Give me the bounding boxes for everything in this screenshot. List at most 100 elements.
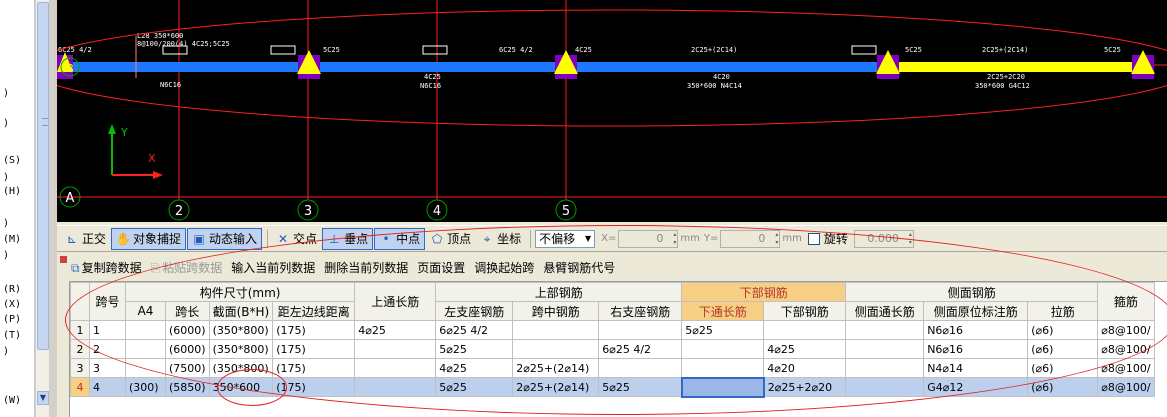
scrollbar-thumb[interactable] <box>37 2 49 350</box>
cell-dist[interactable]: (175) <box>272 358 356 378</box>
cell-span[interactable]: 3 <box>89 358 126 378</box>
cad-canvas[interactable]: 6C25 4/2 L28 350*600 8@100/200(4) 4C25;5… <box>57 0 1167 222</box>
cell-top-through[interactable] <box>354 377 437 397</box>
cell-a4[interactable] <box>125 339 166 359</box>
cell-sec[interactable]: 350*600 <box>208 377 274 397</box>
cell-right-sup[interactable]: 6⌀25 4/2 <box>598 339 683 359</box>
page-setup-button[interactable]: 页面设置 <box>417 259 465 276</box>
row-number[interactable]: 4 <box>70 377 90 397</box>
cell-tie[interactable]: (⌀6) <box>1027 339 1099 359</box>
col-left-support[interactable]: 左支座钢筋 <box>435 301 514 321</box>
col-span-no[interactable]: 跨号 <box>89 282 126 321</box>
col-bottom-through[interactable]: 下通长筋 <box>681 301 765 321</box>
cell-top-through[interactable] <box>354 339 437 359</box>
ortho-button[interactable]: ⊾ 正交 <box>61 228 110 250</box>
col-left-edge-distance[interactable]: 距左边线距离 <box>272 301 356 321</box>
col-top-through[interactable]: 上通长筋 <box>354 282 437 321</box>
row-number[interactable]: 1 <box>70 320 90 340</box>
cell-dist[interactable]: (175) <box>272 320 356 340</box>
scroll-down-icon[interactable]: ▼ <box>37 391 49 405</box>
cell-side-orig[interactable]: N6⌀16 <box>923 339 1029 359</box>
cell-side-orig[interactable]: N6⌀16 <box>923 320 1029 340</box>
y-coordinate-input[interactable]: 0 <box>720 229 781 248</box>
cell-len[interactable]: (6000) <box>165 339 210 359</box>
cell-side-through[interactable] <box>845 358 925 378</box>
cell-stirrup[interactable]: ⌀8@100/ <box>1097 339 1155 359</box>
pane-splitter[interactable] <box>50 0 57 417</box>
cell-mid[interactable] <box>512 320 600 340</box>
cell-tie[interactable]: (⌀6) <box>1027 358 1099 378</box>
cell-sec[interactable]: (350*800) <box>208 358 274 378</box>
cell-span[interactable]: 4 <box>89 377 126 397</box>
dynamic-input-button[interactable]: ▣ 动态输入 <box>187 227 263 250</box>
cell-side-through[interactable] <box>845 339 925 359</box>
x-coordinate-input[interactable]: 0 <box>618 229 679 248</box>
cell-stirrup[interactable]: ⌀8@100/ <box>1097 358 1155 378</box>
col-top-rebar[interactable]: 上部钢筋 <box>435 282 683 302</box>
col-side-rebar[interactable]: 侧面钢筋 <box>845 282 1099 302</box>
cell-bot-through[interactable] <box>681 358 765 378</box>
cell-bot[interactable]: 2⌀25+2⌀20 <box>763 377 847 397</box>
cell-mid[interactable]: 2⌀25+(2⌀14) <box>512 377 600 397</box>
cell-right-sup[interactable]: 5⌀25 <box>598 377 683 397</box>
delete-column-data-button[interactable]: 删除当前列数据 <box>324 259 408 276</box>
col-a4[interactable]: A4 <box>125 301 166 321</box>
cell-top-through[interactable] <box>354 358 437 378</box>
cell-left-sup[interactable]: 6⌀25 4/2 <box>435 320 514 340</box>
table-row[interactable]: 1 1 (6000) (350*800) (175) 4⌀25 6⌀25 4/2 5⌀25 N6… <box>70 320 1155 340</box>
col-bottom[interactable]: 下部钢筋 <box>763 301 847 321</box>
left-pane-scrollbar[interactable]: ▼ <box>35 0 50 417</box>
cell-side-through[interactable] <box>845 320 925 340</box>
table-row[interactable]: 3 3 (7500) (350*800) (175) 4⌀25 2⌀25+(2⌀14) 4⌀2… <box>70 358 1155 378</box>
cell-right-sup[interactable] <box>598 358 683 378</box>
cell-left-sup[interactable]: 5⌀25 <box>435 339 514 359</box>
swap-start-span-button[interactable]: 调换起始跨 <box>474 259 534 276</box>
cell-a4[interactable]: (300) <box>125 377 166 397</box>
input-column-data-button[interactable]: 输入当前列数据 <box>231 259 315 276</box>
cell-a4[interactable] <box>125 358 166 378</box>
col-stirrup[interactable]: 箍筋 <box>1097 282 1155 321</box>
cell-sec[interactable]: (350*800) <box>208 320 274 340</box>
cell-left-sup[interactable]: 5⌀25 <box>435 377 514 397</box>
col-span-length[interactable]: 跨长 <box>165 301 210 321</box>
offset-select[interactable]: 不偏移 ▼ <box>535 229 596 248</box>
rotate-checkbox[interactable] <box>807 232 820 245</box>
col-side-through[interactable]: 侧面通长筋 <box>845 301 925 321</box>
cell-mid[interactable]: 2⌀25+(2⌀14) <box>512 358 600 378</box>
cell-bot-through[interactable] <box>680 376 765 398</box>
row-number[interactable]: 3 <box>70 358 90 378</box>
cell-span[interactable]: 2 <box>89 339 126 359</box>
copy-span-data-button[interactable]: ⧉ 复制跨数据 <box>71 259 142 276</box>
col-midspan[interactable]: 跨中钢筋 <box>512 301 600 321</box>
cell-bot[interactable] <box>763 320 847 340</box>
perpendicular-button[interactable]: ⊥ 垂点 <box>322 227 374 250</box>
col-tie[interactable]: 拉筋 <box>1027 301 1099 321</box>
cell-side-orig[interactable]: N4⌀14 <box>923 358 1029 378</box>
table-row[interactable]: 2 2 (6000) (350*800) (175) 5⌀25 6⌀25 4/2 4⌀25 N6… <box>70 339 1155 359</box>
col-bottom-rebar[interactable]: 下部钢筋 <box>681 282 847 302</box>
cell-tie[interactable]: (⌀6) <box>1027 377 1099 397</box>
coordinate-button[interactable]: ⌖ 坐标 <box>476 228 525 250</box>
cell-dist[interactable]: (175) <box>272 377 356 397</box>
cell-len[interactable]: (6000) <box>165 320 210 340</box>
cell-stirrup[interactable]: ⌀8@100/ <box>1097 320 1155 340</box>
cell-right-sup[interactable] <box>598 320 683 340</box>
object-snap-button[interactable]: ✋ 对象捕捉 <box>111 227 187 250</box>
cell-tie[interactable]: (⌀6) <box>1027 320 1099 340</box>
cell-dist[interactable]: (175) <box>272 339 356 359</box>
cantilever-code-button[interactable]: 悬臂钢筋代号 <box>543 259 615 276</box>
paste-span-data-button[interactable]: ⎘ 粘贴跨数据 <box>151 259 223 276</box>
cell-mid[interactable] <box>512 339 600 359</box>
cell-bot-through[interactable]: 5⌀25 <box>681 320 765 340</box>
col-member-size[interactable]: 构件尺寸(mm) <box>124 282 356 302</box>
col-right-support[interactable]: 右支座钢筋 <box>598 301 683 321</box>
span-table[interactable]: 跨号 构件尺寸(mm) 上通长筋 上部钢筋 下部钢筋 侧面钢筋 箍筋 A4 跨长… <box>69 281 1167 417</box>
table-row[interactable]: 4 4 (300) (5850) 350*600 (175) 5⌀25 2⌀25+(2⌀14)… <box>70 376 1155 398</box>
intersection-button[interactable]: ✕ 交点 <box>272 228 321 250</box>
midpoint-button[interactable]: • 中点 <box>374 227 426 250</box>
cell-stirrup[interactable]: ⌀8@100/ <box>1097 377 1155 397</box>
cell-len[interactable]: (7500) <box>165 358 210 378</box>
cell-left-sup[interactable]: 4⌀25 <box>435 358 514 378</box>
cell-side-through[interactable] <box>845 377 925 397</box>
cell-sec[interactable]: (350*800) <box>208 339 274 359</box>
